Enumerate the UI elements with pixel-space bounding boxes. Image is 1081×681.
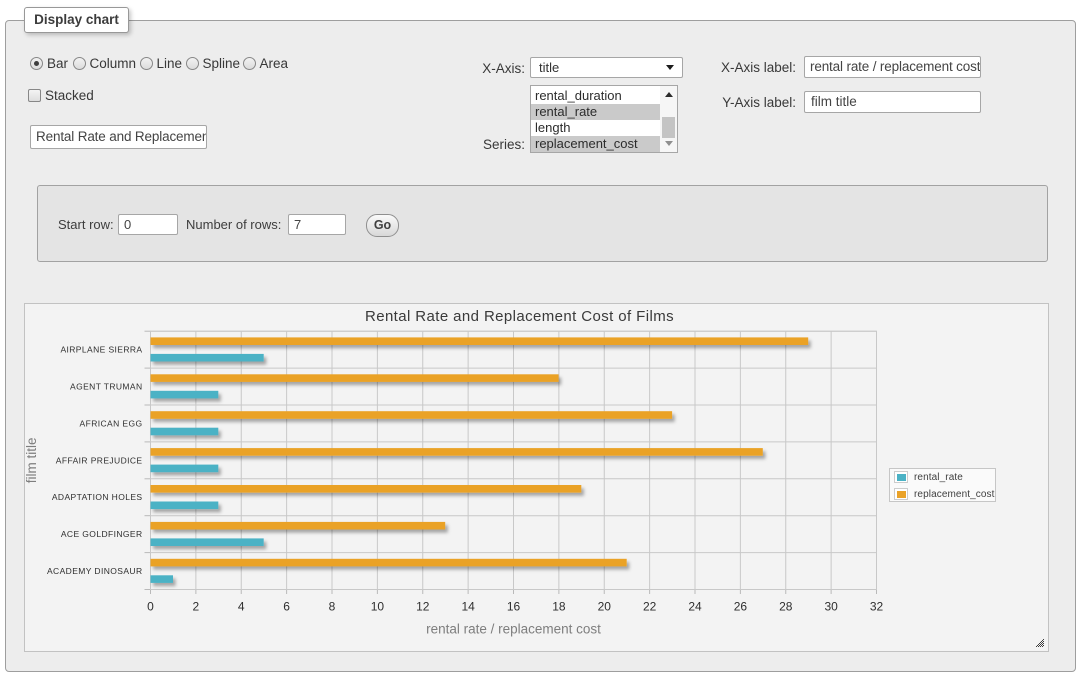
svg-text:22: 22	[643, 600, 657, 614]
svg-text:ADAPTATION HOLES: ADAPTATION HOLES	[52, 492, 143, 502]
svg-text:14: 14	[461, 600, 475, 614]
listbox-scrollbar[interactable]	[660, 86, 677, 152]
scrollbar-down-arrow-icon[interactable]	[665, 141, 673, 146]
series-listbox[interactable]: rental_duration rental_rate length repla…	[530, 85, 678, 153]
legend-item-replacement-cost: replacement_cost	[894, 488, 995, 500]
x-axis-label-input[interactable]: rental rate / replacement cost	[804, 56, 981, 78]
radio-line-label[interactable]: Line	[157, 56, 183, 71]
listbox-option-length[interactable]: length	[531, 120, 677, 136]
legend-swatch-replacement-cost	[894, 488, 908, 500]
radio-item-bar[interactable]: Bar	[30, 56, 68, 71]
radio-bar[interactable]	[30, 57, 43, 70]
rows-panel: Start row: 0 Number of rows: 7 Go	[37, 185, 1048, 262]
svg-text:16: 16	[507, 600, 521, 614]
svg-text:20: 20	[598, 600, 612, 614]
chart-legend: rental_rate replacement_cost	[889, 468, 996, 502]
svg-text:AFFAIR PREJUDICE: AFFAIR PREJUDICE	[56, 455, 143, 465]
svg-text:24: 24	[688, 600, 702, 614]
stacked-label[interactable]: Stacked	[45, 88, 94, 103]
page: Display chart Bar Column Line Spline Are…	[0, 0, 1081, 681]
radio-spline-label[interactable]: Spline	[203, 56, 241, 71]
svg-text:AIRPLANE SIERRA: AIRPLANE SIERRA	[60, 345, 142, 355]
radio-line[interactable]	[140, 57, 153, 70]
series-select-label: Series:	[430, 137, 525, 152]
svg-text:10: 10	[371, 600, 385, 614]
listbox-option-rental-rate[interactable]: rental_rate	[531, 104, 677, 120]
radio-item-area[interactable]: Area	[243, 56, 289, 71]
listbox-option-rental-duration[interactable]: rental_duration	[531, 88, 677, 104]
x-axis-select[interactable]: title	[530, 57, 683, 78]
x-axis-title: rental rate / replacement cost	[426, 622, 601, 637]
radio-item-line[interactable]: Line	[140, 56, 183, 71]
stacked-checkbox-row[interactable]: Stacked	[28, 88, 94, 103]
svg-text:32: 32	[870, 600, 884, 614]
svg-text:6: 6	[283, 600, 290, 614]
radio-area[interactable]	[243, 57, 256, 70]
svg-text:ACE GOLDFINGER: ACE GOLDFINGER	[61, 529, 143, 539]
x-tick-labels: 02468101214161820222426283032	[147, 600, 883, 614]
radio-area-label[interactable]: Area	[260, 56, 289, 71]
radio-item-column[interactable]: Column	[73, 56, 137, 71]
radio-column-label[interactable]: Column	[90, 56, 137, 71]
go-button[interactable]: Go	[366, 214, 399, 237]
resize-handle-icon[interactable]	[1035, 638, 1044, 647]
scrollbar-up-arrow-icon[interactable]	[665, 92, 673, 97]
y-axis-label-label: Y-Axis label:	[690, 95, 796, 110]
svg-text:ACADEMY DINOSAUR: ACADEMY DINOSAUR	[47, 566, 143, 576]
chart-container: 02468101214161820222426283032AIRPLANE SI…	[24, 303, 1049, 652]
x-axis-select-value: title	[539, 60, 559, 75]
number-of-rows-label: Number of rows:	[186, 217, 291, 232]
fieldset-legend: Display chart	[24, 7, 129, 33]
radio-item-spline[interactable]: Spline	[186, 56, 241, 71]
chart-title: Rental Rate and Replacement Cost of Film…	[365, 308, 674, 325]
svg-text:AFRICAN EGG: AFRICAN EGG	[80, 419, 143, 429]
number-of-rows-input[interactable]: 7	[288, 214, 346, 235]
svg-text:AGENT TRUMAN: AGENT TRUMAN	[70, 382, 143, 392]
radio-column[interactable]	[73, 57, 86, 70]
legend-swatch-rental-rate	[894, 471, 908, 483]
chart-title-input[interactable]: Rental Rate and Replacement Cost of Film…	[30, 125, 207, 149]
svg-text:18: 18	[552, 600, 566, 614]
svg-text:0: 0	[147, 600, 154, 614]
select-dropdown-arrow-icon	[666, 65, 674, 70]
legend-label-replacement-cost: replacement_cost	[914, 489, 995, 500]
scrollbar-thumb[interactable]	[662, 117, 675, 138]
svg-text:30: 30	[824, 600, 838, 614]
radio-bar-label[interactable]: Bar	[47, 56, 68, 71]
svg-text:12: 12	[416, 600, 430, 614]
legend-label-rental-rate: rental_rate	[914, 472, 963, 483]
listbox-option-replacement-cost[interactable]: replacement_cost	[531, 136, 677, 152]
x-axis-label-label: X-Axis label:	[690, 60, 796, 75]
y-axis-title: film title	[25, 437, 39, 483]
stacked-checkbox[interactable]	[28, 89, 41, 102]
y-axis-label-input[interactable]: film title	[804, 91, 981, 113]
start-row-input[interactable]: 0	[118, 214, 178, 235]
legend-item-rental-rate: rental_rate	[894, 471, 995, 483]
radio-spline[interactable]	[186, 57, 199, 70]
x-axis-select-label: X-Axis:	[430, 61, 525, 76]
svg-text:26: 26	[734, 600, 748, 614]
svg-text:4: 4	[238, 600, 245, 614]
category-labels: AIRPLANE SIERRA AGENT TRUMAN AFRICAN EGG AF…	[47, 345, 143, 576]
svg-text:2: 2	[193, 600, 200, 614]
svg-text:28: 28	[779, 600, 793, 614]
svg-text:8: 8	[329, 600, 336, 614]
